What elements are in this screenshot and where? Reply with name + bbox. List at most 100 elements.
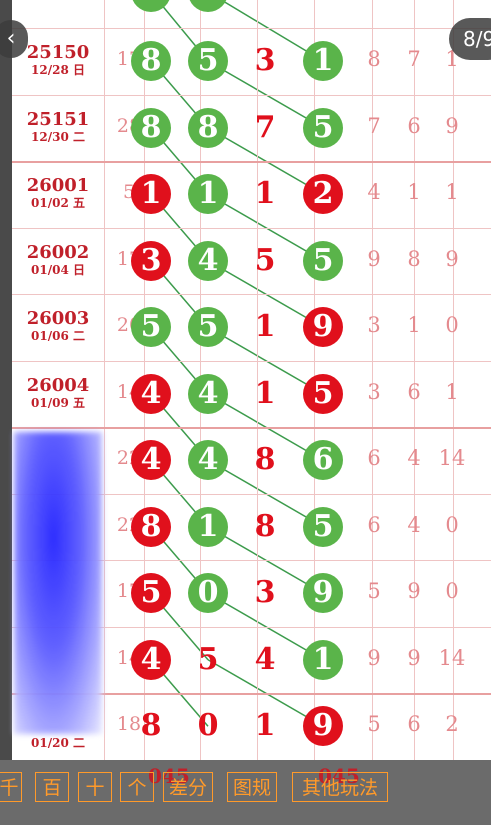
- digit-plain: 4: [254, 641, 276, 677]
- digit-ball-green: 8: [131, 107, 171, 148]
- digit-plain: 0: [197, 708, 219, 744]
- digit-plain: 3: [254, 43, 276, 79]
- issue-cell: 26004 01/09 五: [12, 374, 104, 410]
- grid-row-line: [12, 360, 491, 362]
- digit-ball-green: 5: [303, 240, 343, 281]
- digit-ball-green: 6: [303, 440, 343, 481]
- tail-value: 6: [407, 712, 421, 737]
- digit-ball-green: 4: [188, 440, 228, 481]
- units-button[interactable]: 个: [120, 772, 154, 802]
- tail-value: 14: [438, 446, 466, 471]
- tail-value: 5: [367, 579, 381, 604]
- issue-date: 12/28 日: [31, 63, 85, 78]
- issue-cell: 26001 01/02 五: [12, 175, 104, 211]
- tail-value: 6: [367, 512, 381, 537]
- digit-ball-green: 5: [188, 307, 228, 348]
- tail-value: 0: [445, 512, 459, 537]
- digit-plain: 5: [254, 242, 276, 278]
- tail-value: 3: [367, 313, 381, 338]
- tail-value: 4: [407, 446, 421, 471]
- digit-ball-green: 9: [303, 573, 343, 614]
- blurred-overlay: [14, 432, 102, 734]
- grid-row-line: [12, 94, 491, 96]
- issue-date: 01/04 日: [31, 262, 85, 277]
- digit-ball-green: 5: [131, 307, 171, 348]
- issue-date: 01/02 五: [31, 196, 85, 211]
- digit-ball-red: 4: [131, 373, 171, 414]
- issue-date: 01/20 二: [31, 736, 85, 751]
- left-edge-bar: [0, 0, 12, 825]
- tail-value: 9: [445, 246, 459, 271]
- digit-ball-green: 1: [188, 506, 228, 547]
- digit-ball-green: 1: [303, 639, 343, 680]
- digit-plain: 3: [254, 575, 276, 611]
- digit-plain: 1: [254, 176, 276, 212]
- digit-plain: 8: [254, 442, 276, 478]
- tens-button[interactable]: 十: [78, 772, 112, 802]
- digit-ball-red: 5: [131, 573, 171, 614]
- tail-value: 2: [445, 712, 459, 737]
- digit-ball-green: 5: [303, 506, 343, 547]
- digit-ball-green: 8: [188, 107, 228, 148]
- tail-value: 5: [367, 712, 381, 737]
- digit-ball-green: 4: [188, 240, 228, 281]
- issue-number: 26003: [26, 308, 90, 330]
- tail-value: 8: [407, 246, 421, 271]
- other-plays-button[interactable]: 其他玩法: [292, 772, 388, 802]
- digit-plain: 7: [254, 109, 276, 145]
- tail-value: 4: [407, 512, 421, 537]
- tail-value: 8: [367, 47, 381, 72]
- issue-cell: 25151 12/30 二: [12, 108, 104, 144]
- page-indicator-label: 8/9: [463, 27, 491, 51]
- tail-value: 9: [367, 645, 381, 670]
- tail-value: 1: [407, 313, 421, 338]
- difference-button[interactable]: 差分: [163, 772, 213, 802]
- tail-value: 0: [445, 579, 459, 604]
- issue-date: 01/09 五: [31, 395, 85, 410]
- issue-cell: 26003 01/06 二: [12, 308, 104, 344]
- lottery-chart-viewer: 25150 12/28 日 17 8 5 3 1 8 7 1 25151 12/30 二 28 8 8 7 5 7…: [0, 0, 491, 825]
- hundreds-button[interactable]: 百: [35, 772, 69, 802]
- digit-plain: 8: [140, 708, 162, 744]
- issue-number: 26004: [26, 374, 90, 396]
- grid-row-line: [12, 28, 491, 29]
- tail-value: 6: [407, 113, 421, 138]
- tail-value: 9: [407, 579, 421, 604]
- digit-plain: 1: [254, 375, 276, 411]
- issue-number: 26001: [26, 175, 90, 197]
- digit-plain: 1: [254, 309, 276, 345]
- digit-ball-green: 0: [188, 573, 228, 614]
- tail-value: 1: [445, 180, 459, 205]
- tail-value: 9: [445, 113, 459, 138]
- digit-plain: 8: [254, 508, 276, 544]
- digit-ball-red: 8: [131, 506, 171, 547]
- tail-value: 7: [367, 113, 381, 138]
- tail-value: 1: [407, 180, 421, 205]
- digit-ball-red: 9: [303, 706, 343, 747]
- issue-number: 25151: [26, 108, 90, 130]
- digit-ball-green: 8: [131, 41, 171, 82]
- tail-value: 1: [445, 379, 459, 404]
- digit-ball-red: 4: [131, 639, 171, 680]
- grid-row-line: [12, 294, 491, 295]
- digit-plain: 5: [197, 641, 219, 677]
- issue-number: 26002: [26, 241, 90, 263]
- thousands-button[interactable]: 千: [0, 772, 22, 802]
- tail-value: 0: [445, 313, 459, 338]
- digit-ball-green: 5: [188, 41, 228, 82]
- tail-value: 7: [407, 47, 421, 72]
- tail-value: 14: [438, 645, 466, 670]
- issue-date: 01/06 二: [31, 329, 85, 344]
- tail-value: 4: [367, 180, 381, 205]
- issue-cell: 26002 01/04 日: [12, 241, 104, 277]
- issue-date: 12/30 二: [31, 129, 85, 144]
- grid-row-line: [12, 161, 491, 163]
- digit-ball-red: 9: [303, 307, 343, 348]
- issue-cell: 01/20 二: [12, 736, 104, 750]
- digit-ball-green: 5: [303, 107, 343, 148]
- chart-rule-button[interactable]: 图规: [227, 772, 277, 802]
- tail-value: 9: [407, 645, 421, 670]
- chevron-left-icon: ‹: [6, 26, 16, 51]
- digit-plain: 1: [254, 708, 276, 744]
- grid-row-line: [12, 227, 491, 229]
